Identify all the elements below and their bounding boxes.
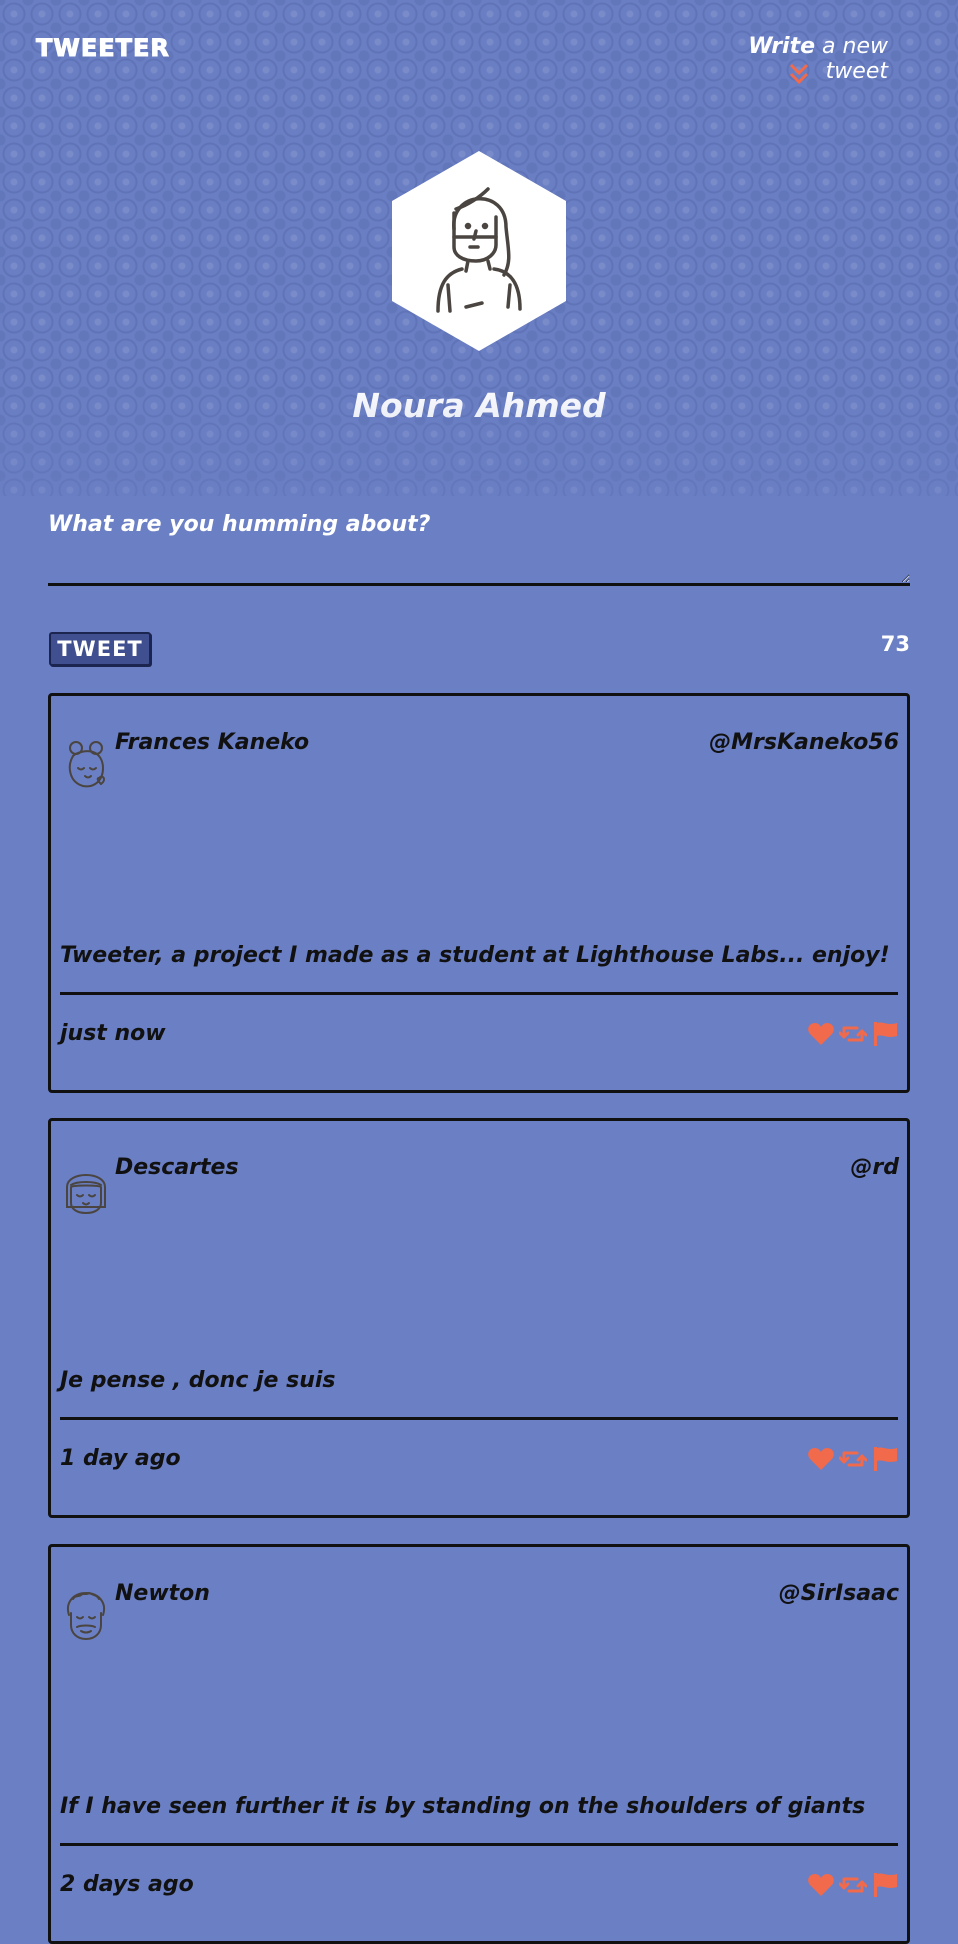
tweet-divider [60, 1417, 898, 1420]
profile-header: TWEETER Write a new tweet Noura Ahmed [0, 0, 958, 496]
flag-icon[interactable] [871, 1445, 899, 1473]
character-counter: 73 [880, 632, 910, 656]
tweet-actions [807, 1871, 899, 1899]
tweet-actions [807, 1020, 899, 1048]
tweet-author-name[interactable]: Frances Kaneko [115, 730, 309, 755]
write-new-tweet-rest: a new tweet [815, 34, 888, 84]
tweet-text: If I have seen further it is by standing… [60, 1794, 866, 1819]
tweet-divider [60, 992, 898, 995]
flag-icon[interactable] [871, 1871, 899, 1899]
tweet-timestamp: 2 days ago [60, 1872, 194, 1897]
tweet-author-name[interactable]: Newton [115, 1581, 210, 1606]
tweet-timestamp: 1 day ago [60, 1446, 181, 1471]
flag-icon[interactable] [871, 1020, 899, 1048]
tweet-actions [807, 1445, 899, 1473]
write-new-tweet-bold: Write [748, 34, 816, 59]
tweet-timestamp: just now [60, 1021, 166, 1046]
tweet-author-handle[interactable]: @MrsKaneko56 [709, 730, 899, 755]
tweet-card: Descartes @rd Je pense , donc je suis 1 … [48, 1118, 910, 1518]
user-avatar-icon [68, 741, 106, 788]
new-tweet-form [48, 508, 910, 586]
tweet-text: Je pense , donc je suis [60, 1368, 336, 1393]
tweet-author-handle[interactable]: @rd [850, 1155, 899, 1180]
user-avatar-icon [66, 1174, 106, 1215]
tweet-input[interactable] [48, 508, 910, 586]
retweet-icon[interactable] [838, 1445, 868, 1473]
heart-icon[interactable] [807, 1445, 835, 1473]
tweet-button[interactable]: TWEET [49, 632, 151, 666]
tweet-card: Frances Kaneko @MrsKaneko56 Tweeter, a p… [48, 693, 910, 1093]
tweet-divider [60, 1843, 898, 1846]
app-logo[interactable]: TWEETER [36, 34, 170, 63]
retweet-icon[interactable] [838, 1871, 868, 1899]
user-avatar-icon [67, 1591, 105, 1641]
heart-icon[interactable] [807, 1020, 835, 1048]
tweet-text: Tweeter, a project I made as a student a… [60, 943, 890, 968]
double-chevron-down-icon[interactable] [788, 62, 810, 86]
profile-avatar-icon [392, 151, 566, 351]
tweet-card: Newton @SirIsaac If I have seen further … [48, 1544, 910, 1944]
tweet-author-name[interactable]: Descartes [115, 1155, 239, 1180]
heart-icon[interactable] [807, 1871, 835, 1899]
tweet-author-handle[interactable]: @SirIsaac [779, 1581, 899, 1606]
retweet-icon[interactable] [838, 1020, 868, 1048]
profile-name: Noura Ahmed [352, 386, 606, 425]
